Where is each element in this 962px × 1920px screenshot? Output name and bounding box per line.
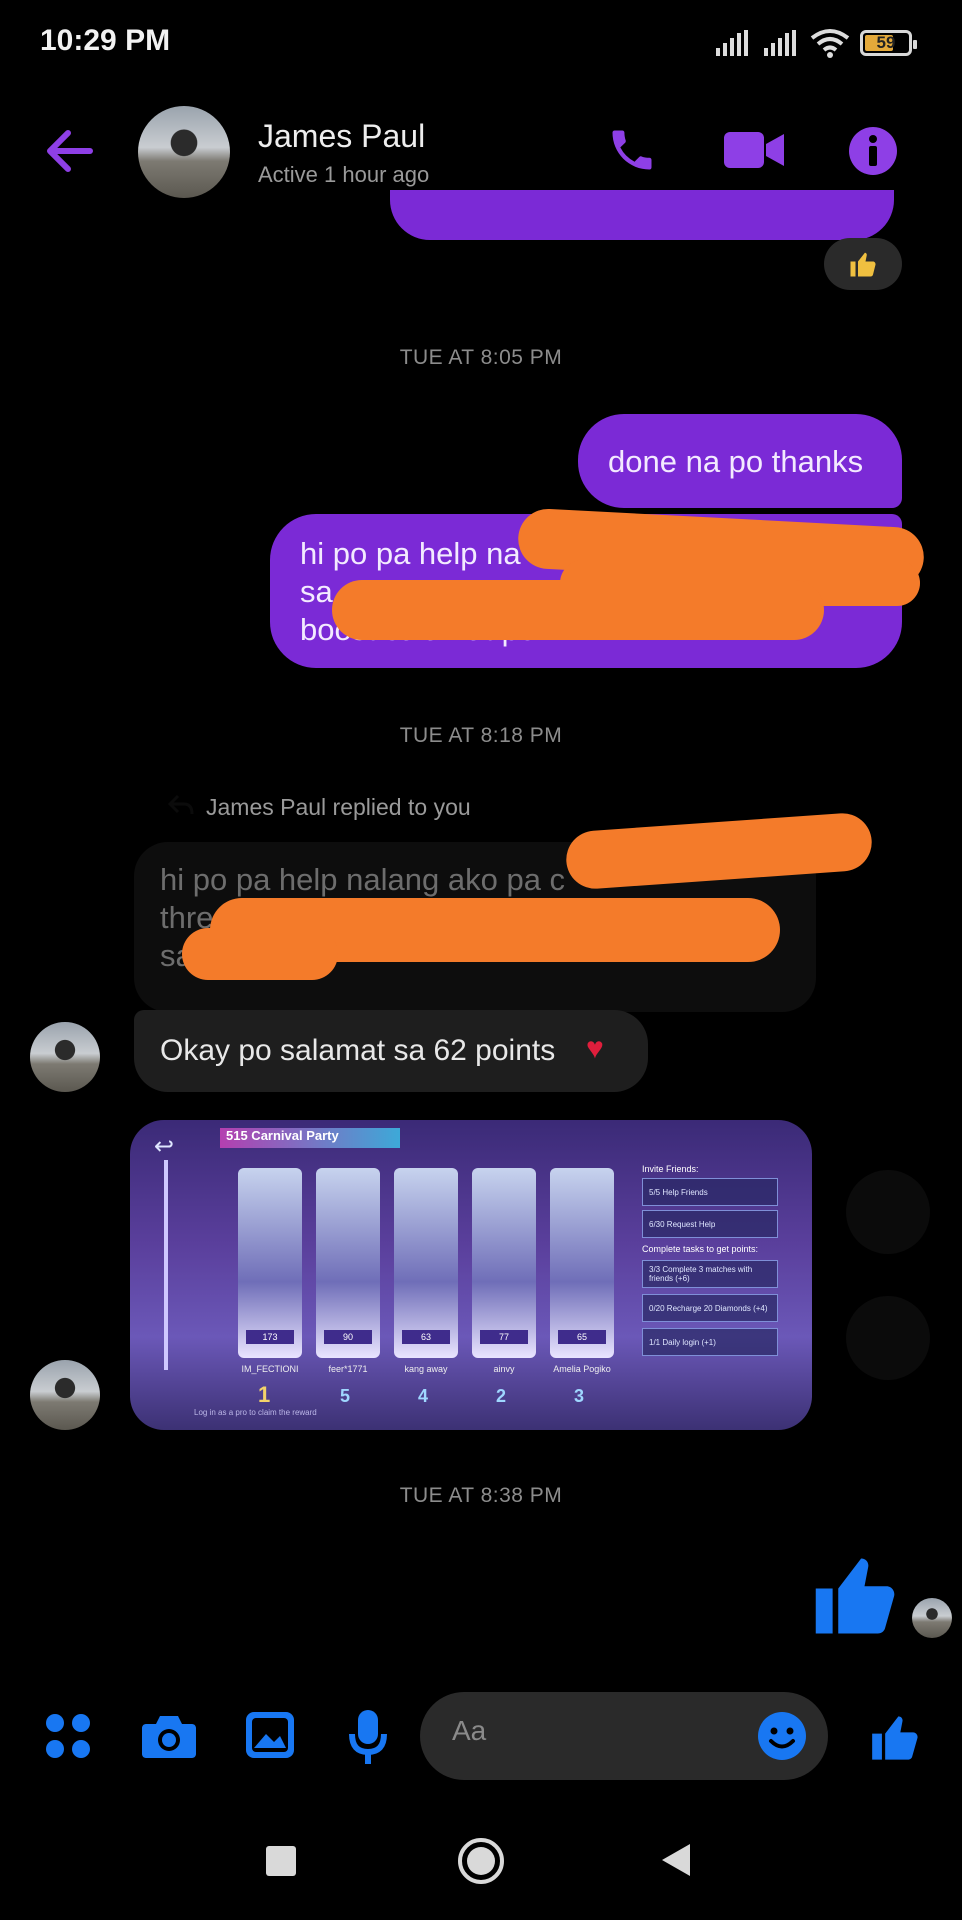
recent-apps-button[interactable]: [266, 1846, 296, 1876]
rank-badge: 2: [496, 1386, 507, 1406]
home-button[interactable]: [458, 1838, 504, 1884]
status-time: 10:29 PM: [40, 24, 171, 57]
message-text: done na po thanks: [608, 444, 864, 479]
battery-indicator: 59: [860, 30, 917, 56]
reaction-badge[interactable]: [824, 238, 902, 290]
player-card: 90 feer*1771: [316, 1168, 380, 1374]
task-row: 1/1 Daily login (+1): [642, 1328, 778, 1356]
message-text: Okay po salamat sa 62 points: [160, 1034, 556, 1067]
message-composer[interactable]: [420, 1692, 828, 1780]
game-title: 515 Carnival Party: [220, 1128, 400, 1148]
phone-icon[interactable]: [606, 124, 658, 176]
game-footer-text: Log in as a pro to claim the reward: [194, 1408, 317, 1417]
rank-badge: 3: [574, 1386, 585, 1406]
previous-message-bubble[interactable]: [390, 190, 894, 240]
message-bubble-incoming[interactable]: Okay po salamat sa 62 points ♥: [134, 1010, 648, 1092]
emoji-icon[interactable]: [756, 1710, 808, 1762]
message-text-line: hi po pa help na: [300, 536, 521, 571]
invite-label: Invite Friends:: [642, 1164, 699, 1174]
contact-status: Active 1 hour ago: [258, 162, 430, 187]
avatar[interactable]: [138, 106, 230, 198]
quoted-text-line: hi po pa help nalang ako pa c: [160, 862, 566, 897]
image-attachment[interactable]: ↩ 515 Carnival Party 173 IM_FECTIONI 90 …: [130, 1120, 812, 1430]
share-icon[interactable]: [846, 1170, 930, 1254]
signal-icon-2: [764, 30, 796, 56]
download-icon[interactable]: [846, 1296, 930, 1380]
timestamp: TUE AT 8:18 PM: [399, 724, 563, 747]
send-like-icon[interactable]: [870, 1712, 922, 1764]
message-text-line: sa: [300, 574, 333, 609]
progress-track: [164, 1160, 168, 1370]
rank-badge: 1: [258, 1382, 271, 1407]
message-bubble-outgoing[interactable]: done na po thanks: [578, 414, 902, 508]
status-icons: 59: [714, 28, 917, 58]
large-thumbs-up-icon[interactable]: [812, 1550, 902, 1642]
rank-badge: 5: [340, 1386, 351, 1406]
message-input[interactable]: [450, 1714, 754, 1748]
menu-grid-icon[interactable]: [44, 1712, 92, 1760]
timestamp: TUE AT 8:05 PM: [399, 346, 563, 369]
wifi-icon: [810, 29, 850, 58]
player-card: 65 Amelia Pogiko: [550, 1168, 614, 1374]
heart-emoji: ♥: [586, 1032, 604, 1065]
tasks-label: Complete tasks to get points:: [642, 1244, 759, 1254]
info-icon[interactable]: [848, 126, 898, 176]
redaction-mark: [182, 928, 338, 980]
task-row: 3/3 Complete 3 matches with friends (+6): [642, 1260, 778, 1288]
video-call-icon[interactable]: [724, 128, 784, 172]
task-row: 5/5 Help Friends: [642, 1178, 778, 1206]
task-row: 6/30 Request Help: [642, 1210, 778, 1238]
microphone-icon[interactable]: [348, 1708, 388, 1766]
redaction-mark: [332, 580, 824, 640]
player-card: 173 IM_FECTIONI: [238, 1168, 302, 1374]
camera-icon[interactable]: [140, 1712, 198, 1760]
seen-avatar: [912, 1598, 952, 1638]
task-row: 0/20 Recharge 20 Diamonds (+4): [642, 1294, 778, 1322]
back-arrow-icon[interactable]: [44, 128, 94, 174]
gallery-icon[interactable]: [244, 1710, 296, 1760]
player-card: 77 ainvy: [472, 1168, 536, 1374]
rank-badge: 4: [418, 1386, 429, 1406]
game-back-icon: ↩: [154, 1133, 175, 1160]
signal-icon: [716, 30, 748, 56]
player-card: 63 kang away: [394, 1168, 458, 1374]
sender-avatar[interactable]: [30, 1360, 100, 1430]
timestamp: TUE AT 8:38 PM: [399, 1484, 563, 1507]
thumbs-up-reaction-icon: [850, 252, 876, 277]
back-button[interactable]: [660, 1842, 692, 1878]
sender-avatar[interactable]: [30, 1022, 100, 1092]
contact-name[interactable]: James Paul: [258, 118, 425, 155]
redaction-mark: [564, 811, 874, 891]
reply-icon: [168, 794, 194, 815]
reply-label: James Paul replied to you: [206, 794, 471, 820]
